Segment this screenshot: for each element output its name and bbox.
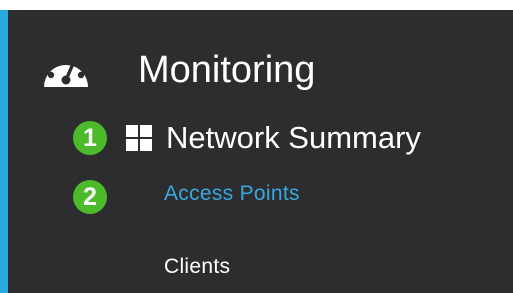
sidebar-item-clients[interactable]: Clients: [164, 254, 230, 280]
network-summary-label: Network Summary: [166, 120, 421, 155]
monitoring-label: Monitoring: [138, 49, 316, 91]
sidebar-panel: Monitoring 1 Network Summary 2 Access Po…: [0, 10, 513, 293]
sidebar-item-network-summary[interactable]: Network Summary: [126, 119, 421, 157]
grid-icon: [126, 125, 152, 151]
sidebar-item-access-points[interactable]: Access Points: [164, 181, 300, 207]
step-badge-2: 2: [73, 180, 107, 214]
sidebar-accent-bar: [0, 10, 8, 293]
sidebar-item-monitoring[interactable]: Monitoring: [38, 48, 315, 92]
dashboard-gauge-icon: [44, 55, 88, 87]
step-badge-1: 1: [73, 121, 107, 155]
